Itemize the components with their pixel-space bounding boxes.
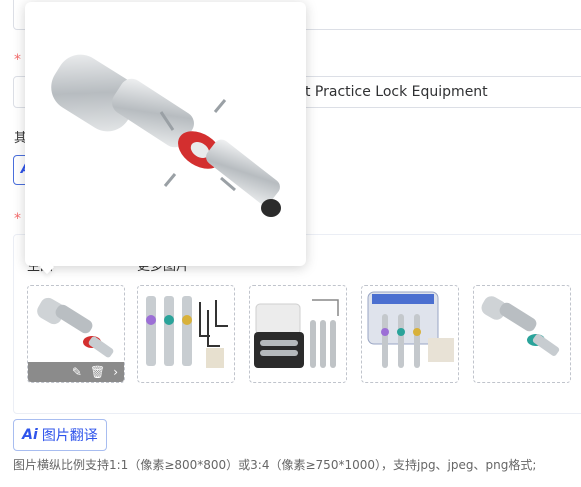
thumbnail-single-tool-green[interactable] bbox=[473, 285, 571, 383]
chevron-right-icon[interactable]: › bbox=[113, 362, 118, 382]
ai-badge: Ai bbox=[22, 427, 38, 443]
required-mark-images: * bbox=[14, 211, 21, 227]
thumbnail-action-bar: ✎ 🗑 › bbox=[28, 362, 124, 382]
lock-pick-preview-image bbox=[51, 54, 281, 217]
thumbnail-main-image[interactable]: ✎ 🗑 › bbox=[27, 285, 125, 383]
image-translate-button[interactable]: Ai 图片翻译 bbox=[13, 419, 107, 451]
image-preview-popover bbox=[25, 2, 306, 266]
delete-icon[interactable]: 🗑 bbox=[90, 362, 105, 382]
thumbnail-picks-wrenches[interactable] bbox=[137, 285, 235, 383]
thumbnail-boxed-set[interactable] bbox=[361, 285, 459, 383]
image-translate-label: 图片翻译 bbox=[41, 428, 98, 444]
edit-icon[interactable]: ✎ bbox=[72, 362, 82, 382]
thumbnail-tool-case[interactable] bbox=[249, 285, 347, 383]
required-mark: * bbox=[14, 52, 21, 68]
image-format-hint: 图片横纵比例支持1:1（像素≥800*800）或3:4（像素≥750*1000）… bbox=[13, 458, 537, 472]
